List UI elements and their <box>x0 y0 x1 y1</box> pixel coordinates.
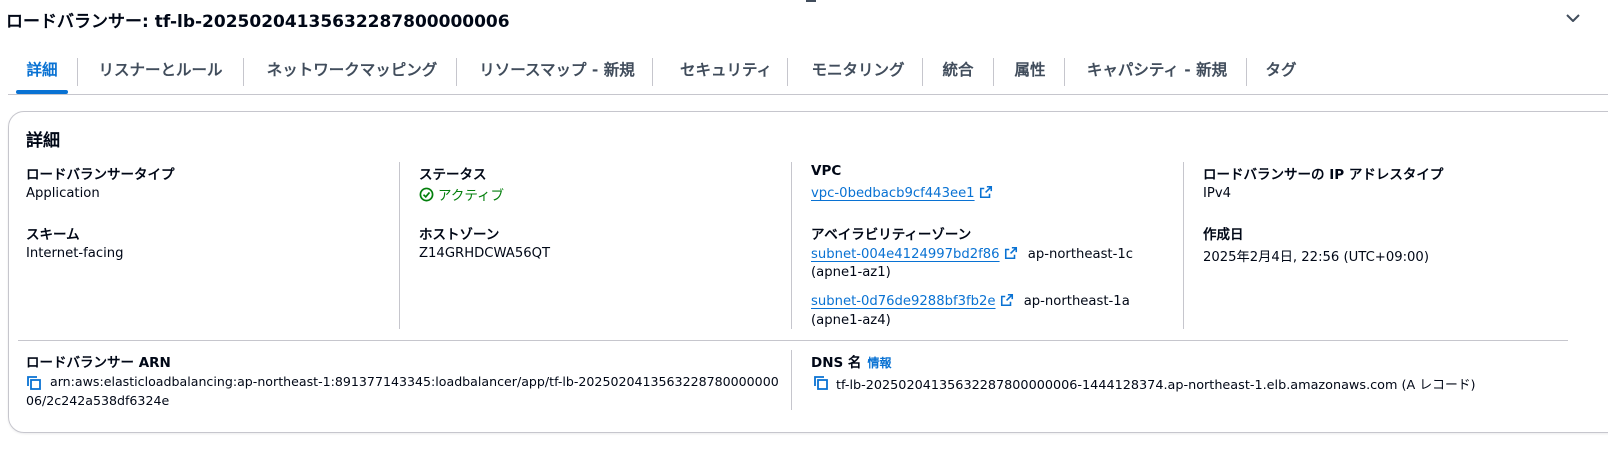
arn-label: ロードバランサー ARN <box>26 355 171 371</box>
row-divider <box>18 340 1568 341</box>
vpc-label: VPC <box>811 163 842 179</box>
created-value: 2025年2月4日, 22:56 (UTC+09:00) <box>1203 250 1429 265</box>
info-link[interactable]: 情報 <box>867 356 891 370</box>
status-label: ステータス <box>419 167 487 183</box>
arn-value-line2: 06/2c242a538df6324e <box>26 393 170 408</box>
tab-divider <box>922 58 923 86</box>
subnet-link[interactable]: subnet-0d76de9288bf3fb2e <box>811 294 996 309</box>
column-divider <box>791 350 792 410</box>
tab-divider <box>1064 58 1065 86</box>
external-link-icon[interactable] <box>1000 293 1014 307</box>
column-divider <box>399 162 400 329</box>
vpc-value-row: vpc-0bedbacb9cf443ee1 <box>811 185 993 201</box>
tab-network-mapping[interactable]: ネットワークマッピング <box>254 52 450 92</box>
status-value: アクティブ <box>438 188 505 204</box>
az-zone: ap-northeast-1c <box>1027 247 1134 262</box>
tab-resource-map[interactable]: リソースマップ - 新規 <box>468 52 646 92</box>
tab-divider <box>993 58 994 86</box>
scheme-value: Internet-facing <box>26 246 124 261</box>
tab-monitoring[interactable]: モニタリング <box>796 52 920 92</box>
tab-capacity[interactable]: キャパシティ - 新規 <box>1074 52 1240 92</box>
subnet-link[interactable]: subnet-004e4124997bd2f86 <box>811 247 1000 262</box>
hosted-zone-value: Z14GRHDCWA56QT <box>419 246 551 261</box>
check-circle-icon <box>419 187 434 201</box>
tab-attributes[interactable]: 属性 <box>1001 52 1059 92</box>
chevron-down-icon[interactable] <box>1565 10 1581 26</box>
tab-divider <box>652 58 653 86</box>
tab-listeners-rules[interactable]: リスナーとルール <box>88 52 233 92</box>
section-title: 詳細 <box>26 131 60 151</box>
created-label: 作成日 <box>1203 227 1244 243</box>
hosted-zone-label: ホストゾーン <box>419 227 500 243</box>
external-link-icon[interactable] <box>1004 246 1018 260</box>
ip-type-label: ロードバランサーの IP アドレスタイプ <box>1203 167 1444 183</box>
dns-label-row: DNS 名情報 <box>811 351 891 371</box>
tab-tags[interactable]: タグ <box>1253 52 1309 92</box>
arn-value-line1: arn:aws:elasticloadbalancing:ap-northeas… <box>50 374 779 389</box>
dns-label: DNS 名 <box>811 355 862 371</box>
column-divider <box>1183 162 1184 329</box>
az-row-1: subnet-004e4124997bd2f86 ap-northeast-1c <box>811 246 1133 262</box>
copy-icon[interactable] <box>813 375 829 391</box>
tab-security[interactable]: セキュリティ <box>664 52 788 92</box>
tab-details[interactable]: 詳細 <box>16 52 68 94</box>
az-zone-id: (apne1-az4) <box>811 313 891 328</box>
scheme-label: スキーム <box>26 227 80 243</box>
az-zone: ap-northeast-1a <box>1023 294 1130 309</box>
tab-divider <box>787 58 788 86</box>
copy-icon[interactable] <box>26 375 42 391</box>
lb-type-value: Application <box>26 186 100 201</box>
dns-value: tf-lb-20250204135632287800000006-1444128… <box>836 378 1476 393</box>
page-title: ロードバランサー: tf-lb-202502041356322878000000… <box>6 12 510 32</box>
external-link-icon[interactable] <box>979 185 993 199</box>
tab-divider <box>243 58 244 86</box>
tab-integrations[interactable]: 統合 <box>930 52 986 92</box>
ip-type-value: IPv4 <box>1203 186 1232 201</box>
tab-divider <box>1246 58 1247 86</box>
top-indicator <box>806 0 816 2</box>
az-row-2: subnet-0d76de9288bf3fb2e ap-northeast-1a <box>811 293 1130 309</box>
column-divider <box>791 162 792 329</box>
tab-divider <box>456 58 457 86</box>
tab-divider <box>77 58 78 86</box>
vpc-link[interactable]: vpc-0bedbacb9cf443ee1 <box>811 186 975 201</box>
lb-type-label: ロードバランサータイプ <box>26 167 175 183</box>
az-zone-id: (apne1-az1) <box>811 265 891 280</box>
tab-bar: 詳細 リスナーとルール ネットワークマッピング リソースマップ - 新規 セキュ… <box>8 52 1608 95</box>
az-label: アベイラビリティーゾーン <box>811 227 972 243</box>
status-indicator: アクティブ <box>419 184 504 204</box>
